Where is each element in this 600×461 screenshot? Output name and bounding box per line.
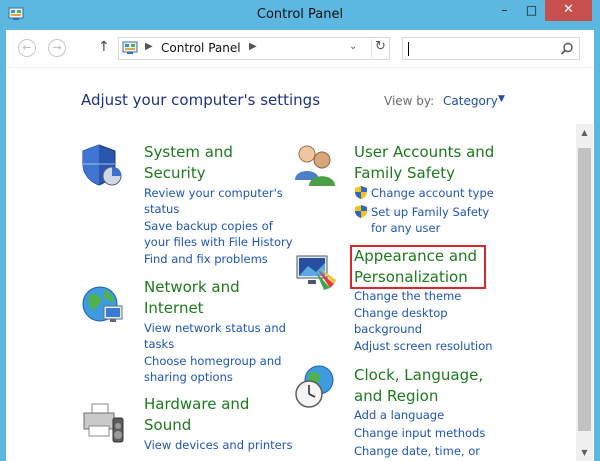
link-line[interactable]: Add a language	[354, 407, 444, 423]
link-line[interactable]: View devices and printers	[144, 437, 292, 453]
link-view-devices-printers[interactable]: View devices and printers	[144, 437, 292, 453]
uac-shield-icon	[355, 186, 367, 199]
category-title-line[interactable]: Family Safety	[354, 163, 494, 184]
link-review-computer-status[interactable]: Review your computer's status	[144, 185, 283, 217]
link-line[interactable]: Choose homegroup and	[144, 353, 281, 369]
link-line[interactable]: View network status and	[144, 320, 286, 336]
navigation-bar: ← → ↑ ▶ Control Panel ▶ ⌄ ↻	[6, 30, 594, 68]
category-system-security[interactable]: System and Security	[144, 142, 233, 184]
page-title: Adjust your computer's settings	[81, 91, 321, 109]
maximize-button[interactable]: □	[518, 0, 545, 21]
scroll-up-arrow-icon[interactable]: ▲	[576, 128, 593, 137]
view-by-dropdown[interactable]: Category	[443, 94, 498, 108]
search-icon[interactable]	[560, 42, 574, 56]
view-by-label: View by:	[384, 94, 435, 108]
link-line[interactable]: your files with File History	[144, 234, 293, 250]
scrollbar-thumb[interactable]	[578, 148, 591, 431]
link-line[interactable]: Set up Family Safety	[371, 204, 489, 220]
category-title-line[interactable]: Network and	[144, 277, 240, 298]
link-line[interactable]: Change account type	[371, 185, 494, 201]
breadcrumb-control-panel[interactable]: Control Panel	[161, 41, 241, 55]
category-network-internet[interactable]: Network and Internet	[144, 277, 240, 319]
link-line[interactable]: for any user	[371, 220, 489, 236]
hardware-sound-printer-icon[interactable]	[80, 400, 126, 446]
link-line[interactable]: Change date, time, or	[354, 443, 480, 459]
link-change-desktop-background[interactable]: Change desktop background	[354, 305, 448, 337]
link-line[interactable]: Review your computer's	[144, 185, 283, 201]
category-title-line[interactable]: System and	[144, 142, 233, 163]
address-history-dropdown[interactable]: ⌄	[349, 41, 357, 52]
category-user-accounts[interactable]: User Accounts and Family Safety	[354, 142, 494, 184]
category-title-line[interactable]: Clock, Language,	[354, 365, 483, 386]
close-button[interactable]: ✕	[545, 0, 592, 21]
link-add-language[interactable]: Add a language	[354, 407, 444, 423]
link-line[interactable]: Change input methods	[354, 425, 485, 441]
link-line[interactable]: status	[144, 201, 283, 217]
link-line[interactable]: Find and fix problems	[144, 251, 268, 267]
category-title-line[interactable]: Sound	[144, 415, 249, 436]
search-input[interactable]	[402, 37, 580, 60]
category-clock-language-region[interactable]: Clock, Language, and Region	[354, 365, 483, 407]
category-title-line[interactable]: User Accounts and	[354, 142, 494, 163]
appearance-personalization-icon[interactable]	[294, 248, 340, 294]
link-adjust-screen-resolution[interactable]: Adjust screen resolution	[354, 338, 493, 354]
link-save-backup-copies[interactable]: Save backup copies of your files with Fi…	[144, 218, 293, 250]
link-line[interactable]: sharing options	[144, 369, 281, 385]
minimize-button[interactable]: –	[491, 0, 518, 21]
up-button[interactable]: ↑	[98, 39, 110, 55]
category-title-line[interactable]: Hardware and	[144, 394, 249, 415]
window-client-area: ← → ↑ ▶ Control Panel ▶ ⌄ ↻ Adjust your …	[6, 30, 594, 461]
title-bar[interactable]: Control Panel – □ ✕	[0, 0, 600, 30]
back-button[interactable]: ←	[18, 39, 36, 57]
control-panel-window: Control Panel – □ ✕ ← → ↑ ▶ Control Pane…	[0, 0, 600, 461]
link-line[interactable]: Save backup copies of	[144, 218, 293, 234]
category-hardware-sound[interactable]: Hardware and Sound	[144, 394, 249, 436]
highlight-box	[350, 245, 486, 289]
link-line[interactable]: Adjust screen resolution	[354, 338, 493, 354]
link-view-network-status[interactable]: View network status and tasks	[144, 320, 286, 352]
clock-language-region-icon[interactable]	[293, 364, 339, 410]
chevron-down-icon[interactable]: ▼	[498, 94, 505, 104]
uac-shield-icon	[355, 205, 367, 218]
link-change-theme[interactable]: Change the theme	[354, 288, 461, 304]
link-change-input-methods[interactable]: Change input methods	[354, 425, 485, 441]
link-find-fix-problems[interactable]: Find and fix problems	[144, 251, 268, 267]
category-title-line[interactable]: Security	[144, 163, 233, 184]
link-set-up-family-safety[interactable]: Set up Family Safety for any user	[371, 204, 489, 236]
breadcrumb-separator-icon[interactable]: ▶	[145, 41, 153, 52]
link-line[interactable]: Change the theme	[354, 288, 461, 304]
link-change-date-time[interactable]: Change date, time, or	[354, 443, 480, 459]
control-panel-icon	[122, 41, 138, 54]
address-bar[interactable]: ▶ Control Panel ▶ ⌄ ↻	[118, 37, 390, 60]
category-title-line[interactable]: and Region	[354, 386, 483, 407]
vertical-scrollbar[interactable]: ▲ ▼	[576, 124, 593, 461]
link-choose-homegroup[interactable]: Choose homegroup and sharing options	[144, 353, 281, 385]
system-security-shield-icon[interactable]	[78, 142, 124, 188]
link-line[interactable]: background	[354, 321, 448, 337]
network-internet-globe-icon[interactable]	[80, 282, 126, 328]
text-cursor	[408, 42, 409, 56]
user-accounts-people-icon[interactable]	[292, 142, 338, 188]
link-line[interactable]: tasks	[144, 336, 286, 352]
category-title-line[interactable]: Internet	[144, 298, 240, 319]
breadcrumb-separator-icon[interactable]: ▶	[249, 41, 257, 52]
forward-button[interactable]: →	[48, 39, 66, 57]
link-line[interactable]: Change desktop	[354, 305, 448, 321]
scroll-down-arrow-icon[interactable]: ▼	[576, 448, 593, 457]
refresh-button[interactable]: ↻	[371, 39, 389, 58]
link-change-account-type[interactable]: Change account type	[371, 185, 494, 201]
